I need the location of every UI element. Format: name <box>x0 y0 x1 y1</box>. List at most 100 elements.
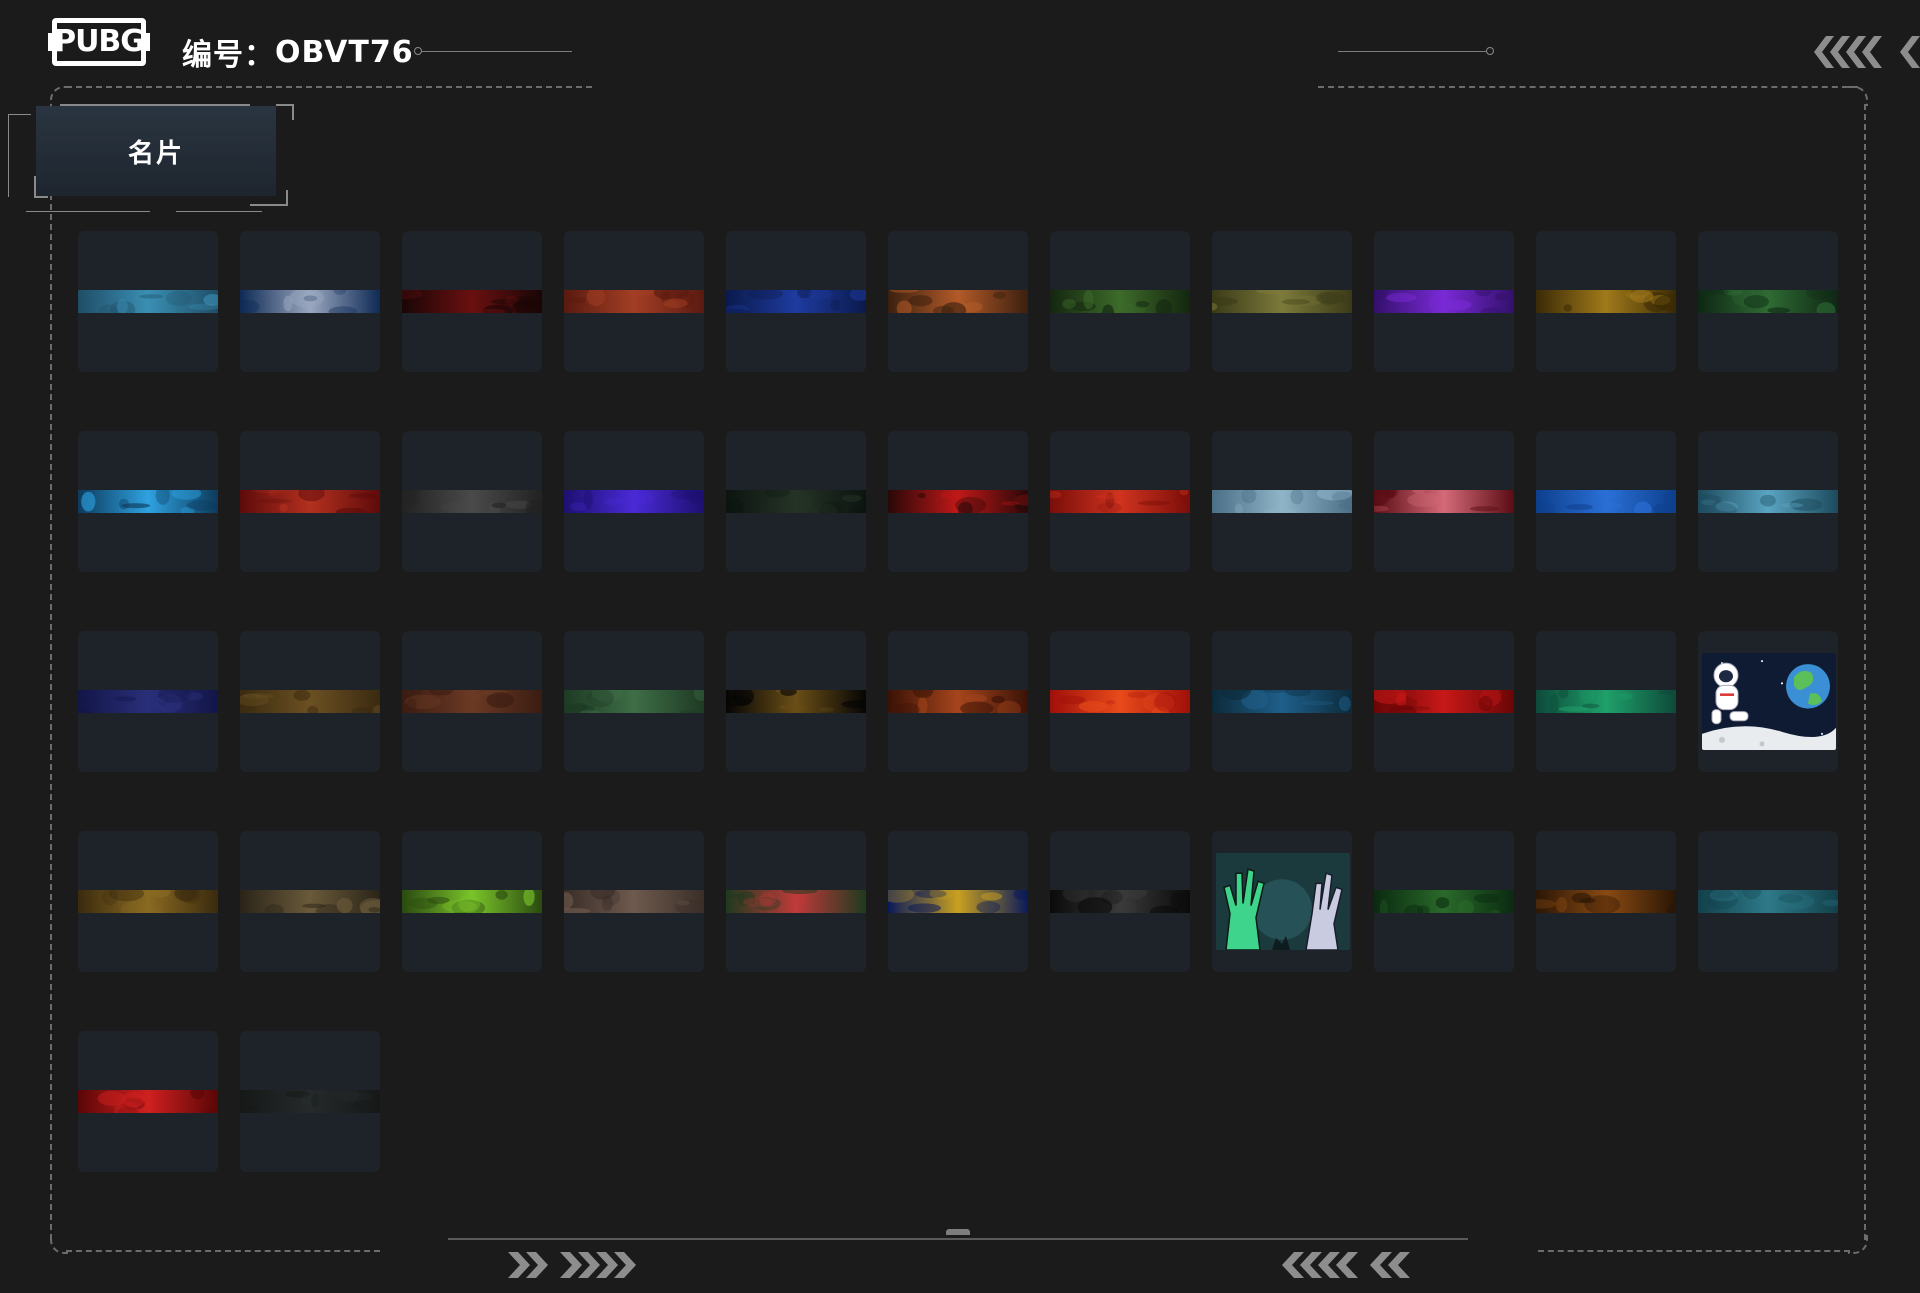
purple-dragon-art <box>1374 290 1514 313</box>
red-circles-banner <box>1050 490 1190 513</box>
blue-wave-art <box>1536 490 1676 513</box>
pubg-logo-text: PUBG <box>54 24 145 59</box>
navy-blue-art <box>726 290 866 313</box>
frame-corner-br <box>1848 1234 1868 1254</box>
name-card-taupe-pattern[interactable] <box>564 831 704 972</box>
shark-mouth-banner <box>726 890 866 913</box>
name-card-crimson-dark[interactable] <box>888 431 1028 572</box>
tab-bracket-bottom-line <box>26 211 150 212</box>
name-card-red-fire[interactable] <box>1050 631 1190 772</box>
tab-bracket-bottom-line-2 <box>176 211 262 212</box>
name-card-red-floral[interactable] <box>1374 431 1514 572</box>
name-card-navy-paisley[interactable] <box>78 631 218 772</box>
black-glyph-banner <box>1050 890 1190 913</box>
bottom-notch <box>946 1229 970 1235</box>
name-card-shark-mouth[interactable] <box>726 831 866 972</box>
red-swirl-art <box>240 490 380 513</box>
name-card-blue-wave[interactable] <box>1536 431 1676 572</box>
name-card-bronze-mosaic[interactable] <box>240 631 380 772</box>
cyan-circuit-banner <box>78 290 218 313</box>
name-card-purple-dragon[interactable] <box>1374 231 1514 372</box>
name-card-red-swirl[interactable] <box>240 431 380 572</box>
name-card-navy-blue[interactable] <box>726 231 866 372</box>
name-card-black-gold[interactable] <box>726 631 866 772</box>
blue-glow-banner <box>78 490 218 513</box>
name-card-red-tribal[interactable] <box>78 1031 218 1172</box>
header-line-left <box>422 51 572 52</box>
name-card-grey-texture[interactable] <box>402 431 542 572</box>
tab-business-card[interactable]: 名片 <box>36 106 276 196</box>
dark-teal-art <box>1212 690 1352 713</box>
name-card-blood-red[interactable] <box>1374 631 1514 772</box>
moon-phases-art <box>240 290 380 313</box>
rust-ornament-art <box>888 690 1028 713</box>
name-card-black-glyph[interactable] <box>1050 831 1190 972</box>
name-card-green-teal[interactable] <box>1536 631 1676 772</box>
name-card-cyan-circuit[interactable] <box>78 231 218 372</box>
name-card-teal-shards[interactable] <box>1698 831 1838 972</box>
crimson-dark-banner <box>888 490 1028 513</box>
lime-net-art <box>402 890 542 913</box>
back-chevrons-icon[interactable] <box>1812 32 1920 78</box>
name-card-gold-emblem[interactable] <box>1536 231 1676 372</box>
crimson-dark-art <box>888 490 1028 513</box>
name-card-orange-brick[interactable] <box>888 231 1028 372</box>
name-card-brown-swirl[interactable] <box>402 631 542 772</box>
name-card-red-ace[interactable] <box>564 231 704 372</box>
tab-label: 名片 <box>127 138 184 169</box>
name-card-dark-teal[interactable] <box>1212 631 1352 772</box>
gold-emblem-art <box>1536 290 1676 313</box>
red-fire-art <box>1050 690 1190 713</box>
taupe-pattern-banner <box>564 890 704 913</box>
name-card-amber-stripes[interactable] <box>1536 831 1676 972</box>
violet-blue-banner <box>564 490 704 513</box>
name-card-green-hand[interactable] <box>564 631 704 772</box>
yellow-blue-art <box>888 890 1028 913</box>
shark-mouth-art <box>726 890 866 913</box>
name-card-mountain-sky[interactable] <box>1212 431 1352 572</box>
name-card-teal-lion[interactable] <box>1698 431 1838 572</box>
name-card-black-dragon[interactable] <box>726 431 866 572</box>
name-card-zombie-hands[interactable] <box>1212 831 1352 972</box>
name-card-violet-blue[interactable] <box>564 431 704 572</box>
frame-top-right <box>1318 86 1858 88</box>
name-card-blue-glow[interactable] <box>78 431 218 572</box>
name-card-green-eye[interactable] <box>1374 831 1514 972</box>
name-card-yellow-blue[interactable] <box>888 831 1028 972</box>
orange-brick-art <box>888 290 1028 313</box>
name-card-green-pattern[interactable] <box>1698 231 1838 372</box>
name-card-rust-ornament[interactable] <box>888 631 1028 772</box>
name-card-olive-text[interactable] <box>1212 231 1352 372</box>
frame-left <box>50 104 52 1240</box>
blue-glow-art <box>78 490 218 513</box>
name-card-red-circles[interactable] <box>1050 431 1190 572</box>
name-card-dark-red[interactable] <box>402 231 542 372</box>
pubg-logo: PUBG <box>48 18 150 66</box>
frame-corner-tr <box>1848 86 1868 106</box>
yellow-blue-banner <box>888 890 1028 913</box>
lime-net-banner <box>402 890 542 913</box>
name-card-wave-lines[interactable] <box>240 831 380 972</box>
amber-stripes-banner <box>1536 890 1676 913</box>
charcoal-art <box>240 1090 380 1113</box>
name-card-astronaut-earth[interactable] <box>1698 631 1838 772</box>
name-card-lime-net[interactable] <box>402 831 542 972</box>
prev-chevrons-icon[interactable] <box>1282 1250 1414 1280</box>
black-gold-art <box>726 690 866 713</box>
green-pattern-art <box>1698 290 1838 313</box>
navy-paisley-art <box>78 690 218 713</box>
name-card-gold-weave[interactable] <box>78 831 218 972</box>
bottom-divider <box>448 1238 1468 1240</box>
wave-lines-art <box>240 890 380 913</box>
green-hand-art <box>564 690 704 713</box>
next-chevrons-icon[interactable] <box>508 1250 638 1280</box>
olive-text-art <box>1212 290 1352 313</box>
frame-bottom-left <box>66 1250 380 1252</box>
name-card-charcoal[interactable] <box>240 1031 380 1172</box>
green-teal-art <box>1536 690 1676 713</box>
name-card-moon-phases[interactable] <box>240 231 380 372</box>
amber-stripes-art <box>1536 890 1676 913</box>
name-card-green-camo[interactable] <box>1050 231 1190 372</box>
cyan-circuit-art <box>78 290 218 313</box>
tab-bracket-tr <box>276 104 294 120</box>
